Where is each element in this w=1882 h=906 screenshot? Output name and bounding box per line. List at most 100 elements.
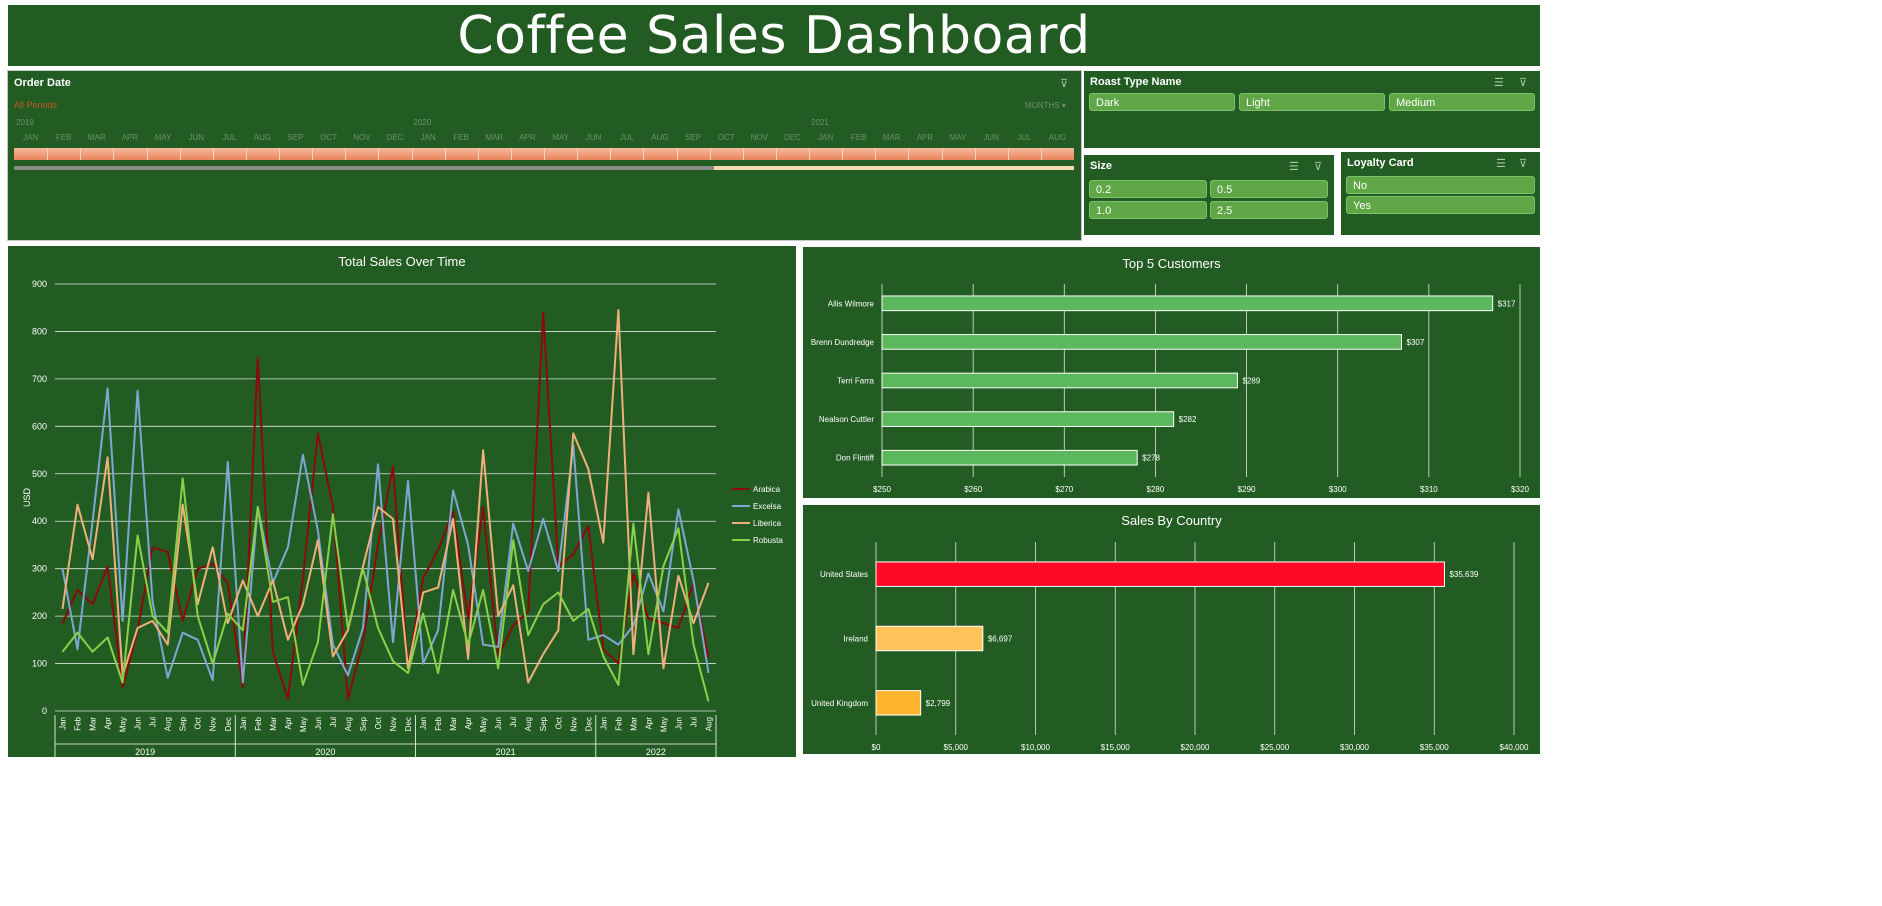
x-tick-label: $270 — [1055, 485, 1073, 494]
timeline-month-label: JAN — [23, 133, 39, 142]
timeline-month-divider — [941, 148, 943, 160]
x-tick-label: May — [299, 717, 308, 732]
roast-item-dark[interactable]: Dark — [1089, 93, 1235, 111]
timeline-month-label: NOV — [750, 133, 768, 142]
x-tick-label: Apr — [464, 717, 473, 730]
timeline-month-divider — [510, 148, 512, 160]
order-date-timeline[interactable]: Order Date ⊽ All Periods MONTHS ▾ 2019 20… — [7, 70, 1082, 241]
x-tick-label: Jul — [509, 717, 518, 727]
timeline-month-divider — [444, 148, 446, 160]
x-tick-label: Jan — [419, 717, 428, 730]
x-tick-label: Aug — [344, 717, 353, 731]
size-item-2-5[interactable]: 2.5 — [1210, 201, 1328, 219]
y-tick-label: 200 — [32, 611, 47, 621]
clear-filter-icon[interactable]: ⊽ — [1519, 157, 1527, 170]
data-label: $2,799 — [926, 699, 951, 708]
x-tick-label: Apr — [644, 717, 653, 730]
x-tick-label: Oct — [374, 716, 383, 729]
timeline-month-divider — [179, 148, 181, 160]
size-item-0-2[interactable]: 0.2 — [1089, 180, 1207, 198]
x-tick-label: $300 — [1329, 485, 1347, 494]
timeline-month-label: AUG — [1048, 133, 1067, 142]
x-tick-label: Jul — [149, 717, 158, 727]
x-tick-label: Jan — [239, 717, 248, 730]
roast-slicer-header: Roast Type Name — [1090, 76, 1182, 88]
timeline-month-divider — [875, 148, 877, 160]
customer-bar — [881, 295, 1494, 312]
customer-bar — [881, 411, 1175, 427]
y-tick-label: 800 — [32, 326, 47, 336]
timeline-month-label: APR — [519, 133, 536, 142]
x-tick-label: $35,000 — [1420, 743, 1449, 752]
size-item-1-0[interactable]: 1.0 — [1089, 201, 1207, 219]
x-tick-label: Dec — [584, 717, 593, 731]
x-tick-label: Jun — [314, 717, 323, 730]
timeline-month-label: JAN — [420, 133, 436, 142]
timeline-scroll-thumb[interactable] — [14, 166, 714, 170]
timeline-month-label: AUG — [651, 133, 669, 142]
y-tick-label: 300 — [32, 564, 47, 574]
timeline-month-label: FEB — [453, 133, 469, 142]
category-label: United Kingdom — [811, 699, 868, 708]
y-tick-label: 400 — [32, 516, 47, 526]
y-tick-label: 900 — [32, 279, 47, 289]
clear-filter-icon[interactable]: ⊽ — [1060, 77, 1068, 90]
x-tick-label: Sep — [179, 716, 188, 731]
data-label: $6,697 — [988, 635, 1013, 644]
data-label: $307 — [1407, 338, 1425, 347]
timeline-year-label: 2019 — [16, 118, 34, 127]
timeline-month-divider — [1040, 148, 1042, 160]
loyalty-item-no[interactable]: No — [1346, 176, 1535, 194]
x-tick-label: May — [119, 717, 128, 732]
year-label: 2021 — [496, 747, 516, 757]
x-tick-label: $5,000 — [944, 743, 969, 752]
clear-filter-icon[interactable]: ⊽ — [1314, 160, 1322, 173]
timeline-month-divider — [610, 148, 612, 160]
legend-label: Arabica — [753, 485, 781, 494]
timeline-month-divider — [842, 148, 844, 160]
timeline-month-label: JUN — [585, 133, 602, 142]
country-bar-chart: $0 $5,000 $10,000 $15,000 $20,000 $25,000 $30,… — [811, 542, 1529, 752]
timeline-month-divider — [345, 148, 347, 160]
timeline-level-dropdown[interactable]: MONTHS ▾ — [1025, 101, 1066, 110]
clear-filter-icon[interactable]: ⊽ — [1519, 76, 1527, 89]
country-bar — [875, 625, 984, 652]
x-tick-label: Oct — [554, 716, 563, 729]
x-tick-label: $40,000 — [1500, 743, 1529, 752]
timeline-month-label: MAR — [485, 133, 504, 142]
y-axis-label: USD — [22, 488, 32, 508]
x-tick-label: Aug — [164, 717, 173, 731]
timeline-month-label: APR — [121, 133, 139, 142]
x-tick-label: May — [659, 717, 668, 732]
x-tick-label: Mar — [89, 717, 98, 731]
category-label: Allis Wilmore — [828, 299, 875, 308]
x-tick-label: Aug — [704, 717, 713, 731]
y-tick-label: 100 — [32, 659, 47, 669]
timeline-month-label: MAY — [949, 133, 967, 142]
timeline-month-label: SEP — [685, 133, 702, 142]
roast-item-medium[interactable]: Medium — [1389, 93, 1535, 111]
size-item-0-5[interactable]: 0.5 — [1210, 180, 1328, 198]
roast-item-light[interactable]: Light — [1239, 93, 1385, 111]
x-tick-label: $25,000 — [1260, 743, 1289, 752]
multi-select-icon[interactable]: ☰ — [1496, 157, 1506, 170]
timeline-month-label: MAR — [882, 133, 901, 142]
multi-select-icon[interactable]: ☰ — [1289, 160, 1299, 173]
series-line-liberica — [61, 309, 710, 684]
legend-label: Robusta — [753, 536, 783, 545]
timeline-month-divider — [47, 148, 49, 160]
timeline-month-label: SEP — [287, 133, 304, 142]
timeline-month-label: JUL — [222, 133, 237, 142]
timeline-month-divider — [809, 148, 810, 160]
x-tick-label: $30,000 — [1340, 743, 1369, 752]
multi-select-icon[interactable]: ☰ — [1494, 76, 1504, 89]
x-tick-label: Jan — [59, 717, 68, 730]
loyalty-item-yes[interactable]: Yes — [1346, 196, 1535, 214]
timeline-month-divider — [245, 148, 247, 160]
x-tick-label: $10,000 — [1021, 743, 1050, 752]
x-tick-label: Aug — [524, 717, 533, 731]
roast-type-slicer: Roast Type Name ☰ ⊽ Dark Light Medium — [1084, 71, 1540, 148]
x-tick-label: Feb — [254, 716, 263, 730]
top-customers-panel: Top 5 Customers $250 $260 $270 $280 $290 $300… — [803, 247, 1540, 498]
x-tick-label: Nov — [209, 717, 218, 731]
